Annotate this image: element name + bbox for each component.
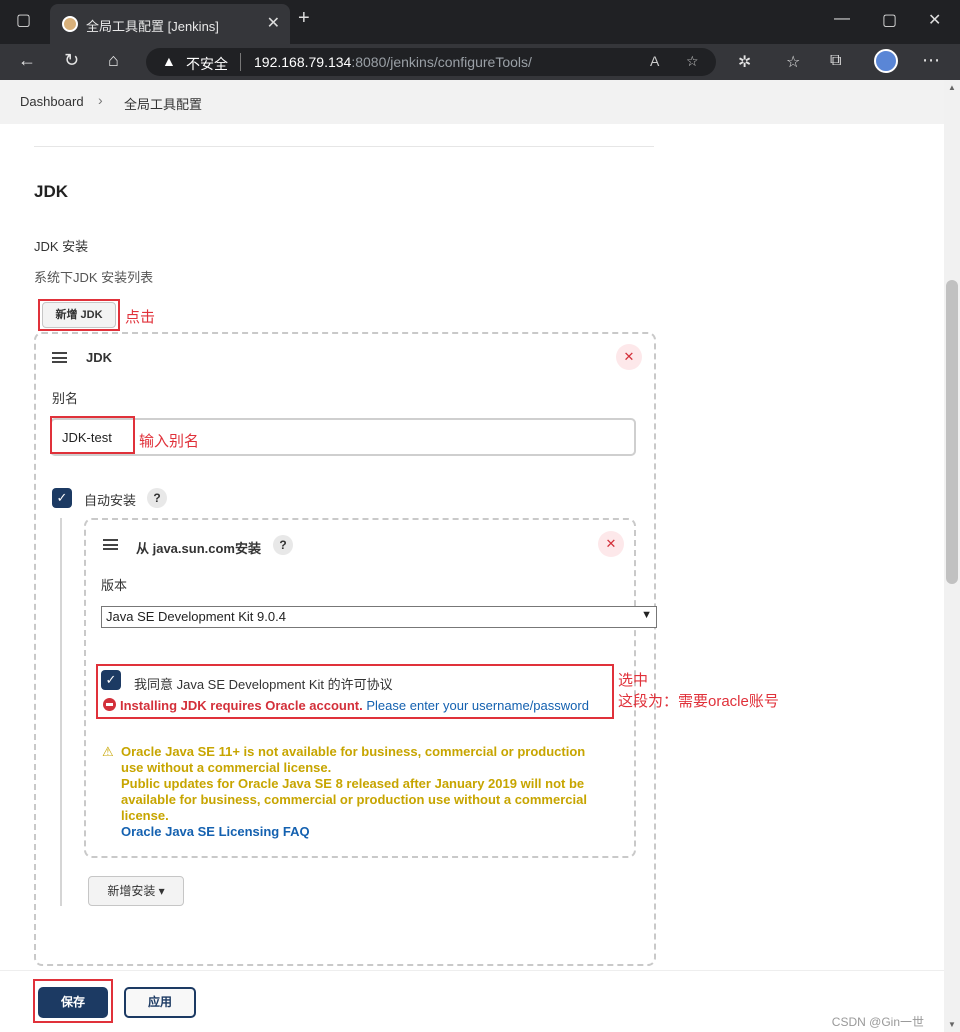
main-panel: JDK JDK 安装 系统下JDK 安装列表 新增 JDK 点击 JDK ✕ 别… [0, 124, 944, 1032]
breadcrumb: Dashboard › 全局工具配置 [0, 80, 944, 124]
back-arrow-icon[interactable]: ← [18, 50, 36, 71]
url-divider [240, 53, 241, 71]
tab-title: 全局工具配置 [Jenkins] [86, 19, 219, 34]
warning-triangle-icon[interactable]: ▲ [162, 53, 176, 69]
alias-input[interactable]: JDK-test [50, 418, 636, 456]
home-icon[interactable]: ⌂ [108, 50, 119, 71]
help-icon[interactable]: ? [147, 488, 167, 508]
scroll-up-icon[interactable]: ▲ [948, 83, 956, 92]
browser-titlebar: ▢ 全局工具配置 [Jenkins] ✕ + — ▢ ✕ [0, 0, 960, 44]
apply-button[interactable]: 应用 [124, 987, 196, 1018]
security-label[interactable]: 不安全 [186, 54, 228, 74]
add-favorite-icon[interactable]: ☆ [686, 53, 699, 70]
nesting-line [60, 518, 62, 906]
installer-help-icon[interactable]: ? [273, 535, 293, 555]
breadcrumb-current[interactable]: 全局工具配置 [124, 94, 202, 113]
version-label: 版本 [101, 578, 128, 593]
licensing-faq-link[interactable]: Oracle Java SE Licensing FAQ [121, 824, 621, 840]
tab-actions-icon[interactable]: ▢ [16, 10, 31, 30]
jenkins-favicon-icon [62, 16, 78, 32]
window-close-icon[interactable]: ✕ [928, 10, 941, 30]
jdk-install-label: JDK 安装 [34, 239, 89, 254]
chevron-right-icon: › [98, 92, 103, 108]
watermark: CSDN @Gin一世 [831, 1015, 924, 1029]
annotation-box-save [33, 979, 113, 1023]
url-text[interactable]: 192.168.79.134:8080/jenkins/configureToo… [254, 54, 532, 70]
scroll-thumb[interactable] [946, 280, 958, 584]
chevron-down-icon: ▼ [641, 609, 652, 621]
version-select[interactable]: Java SE Development Kit 9.0.4 ▼ [101, 606, 657, 628]
alias-label: 别名 [52, 391, 79, 406]
section-divider [34, 146, 654, 147]
browser-toolbar: ← ↻ ⌂ ▲ 不安全 192.168.79.134:8080/jenkins/… [0, 44, 960, 80]
scroll-down-icon[interactable]: ▼ [948, 1020, 956, 1029]
config-form: JDK JDK 安装 系统下JDK 安装列表 新增 JDK 点击 JDK ✕ 别… [0, 124, 779, 974]
minimize-icon[interactable]: — [834, 10, 850, 28]
installer-header: 从 java.sun.com安装 [136, 541, 261, 556]
annotation-enter-alias: 输入别名 [139, 433, 200, 450]
new-tab-icon[interactable]: + [298, 7, 310, 30]
annotation-select: 选中 [618, 672, 649, 689]
auto-install-checkbox[interactable]: ✓ [52, 488, 72, 508]
jdk-install-desc: 系统下JDK 安装列表 [34, 270, 154, 285]
add-installer-button[interactable]: 新增安装 ▾ [88, 876, 184, 906]
section-title: JDK [34, 182, 69, 201]
more-menu-icon[interactable]: ⋯ [922, 50, 940, 71]
drag-handle-icon[interactable] [52, 352, 67, 363]
extensions-icon[interactable]: ✲ [738, 52, 751, 72]
annotation-box-alias [50, 416, 135, 454]
tab-close-icon[interactable]: ✕ [267, 13, 280, 33]
address-bar[interactable]: ▲ 不安全 192.168.79.134:8080/jenkins/config… [146, 48, 716, 76]
annotation-box-add [38, 299, 120, 331]
form-footer: 保存 应用 CSDN @Gin一世 [0, 970, 944, 1032]
profile-avatar[interactable] [874, 49, 898, 73]
browser-tab[interactable]: 全局工具配置 [Jenkins] ✕ [50, 4, 290, 44]
read-aloud-icon[interactable]: A [650, 53, 659, 69]
version-value: Java SE Development Kit 9.0.4 [106, 609, 286, 624]
annotation-click: 点击 [125, 309, 156, 326]
annotation-box-license [96, 664, 614, 719]
auto-install-label: 自动安装 [84, 493, 137, 508]
collections-icon[interactable]: ⧉ [830, 52, 841, 70]
breadcrumb-dashboard[interactable]: Dashboard [20, 94, 84, 109]
maximize-icon[interactable]: ▢ [882, 10, 897, 30]
license-warning: Oracle Java SE 11+ is not available for … [121, 744, 621, 840]
refresh-icon[interactable]: ↻ [64, 50, 79, 71]
remove-installer-icon[interactable]: ✕ [598, 531, 624, 557]
favorites-icon[interactable]: ☆ [786, 52, 800, 72]
page-scrollbar[interactable]: ▲ ▼ [944, 80, 960, 1032]
jdk-entry-header: JDK [86, 350, 113, 365]
annotation-oracle-note: 这段为：需要oracle账号 [618, 693, 779, 710]
remove-jdk-icon[interactable]: ✕ [616, 344, 642, 370]
installer-drag-handle-icon[interactable] [103, 539, 118, 550]
warning-icon: ⚠ [102, 744, 114, 759]
